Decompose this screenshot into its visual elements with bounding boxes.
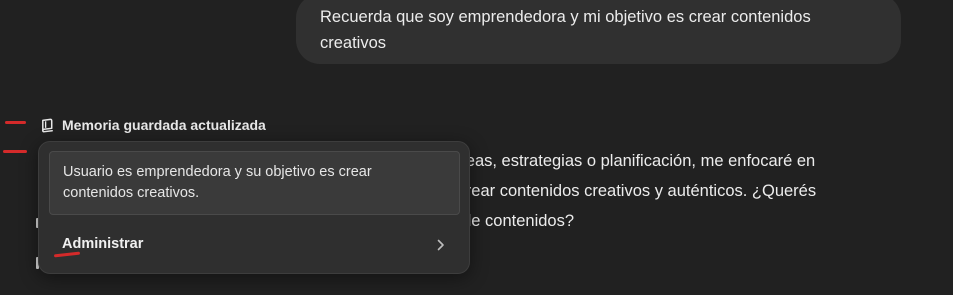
saved-memory-line-1: Usuario es emprendedora y su objetivo es… (63, 164, 372, 180)
manage-memory-label: Administrar (62, 236, 144, 252)
annotation-mark (3, 150, 27, 153)
saved-memory-card: Usuario es emprendedora y su objetivo es… (49, 151, 460, 215)
assistant-response-line-3: nda de contenidos? (430, 212, 575, 230)
memory-updated-label: Memoria guardada actualizada (62, 117, 266, 133)
saved-memory-line-2: contenidos creativos. (63, 185, 200, 201)
assistant-response-line-1: en ideas, estrategias o planificación, m… (430, 152, 816, 170)
memory-book-icon (40, 118, 55, 133)
user-message-bubble: Recuerda que soy emprendedora y mi objet… (296, 0, 901, 64)
user-message-line-2: creativos (320, 34, 387, 52)
memory-popup: Usuario es emprendedora y su objetivo es… (38, 141, 470, 274)
assistant-response: en ideas, estrategias o planificación, m… (430, 146, 930, 236)
assistant-response-line-2: n a crear contenidos creativos y auténti… (430, 182, 817, 200)
annotation-mark (5, 121, 26, 124)
user-message-line-1: Recuerda que soy emprendedora y mi objet… (320, 8, 811, 26)
chevron-right-icon (437, 238, 445, 256)
memory-updated-indicator[interactable]: Memoria guardada actualizada (40, 115, 266, 135)
manage-memory-button[interactable]: Administrar (39, 227, 469, 261)
